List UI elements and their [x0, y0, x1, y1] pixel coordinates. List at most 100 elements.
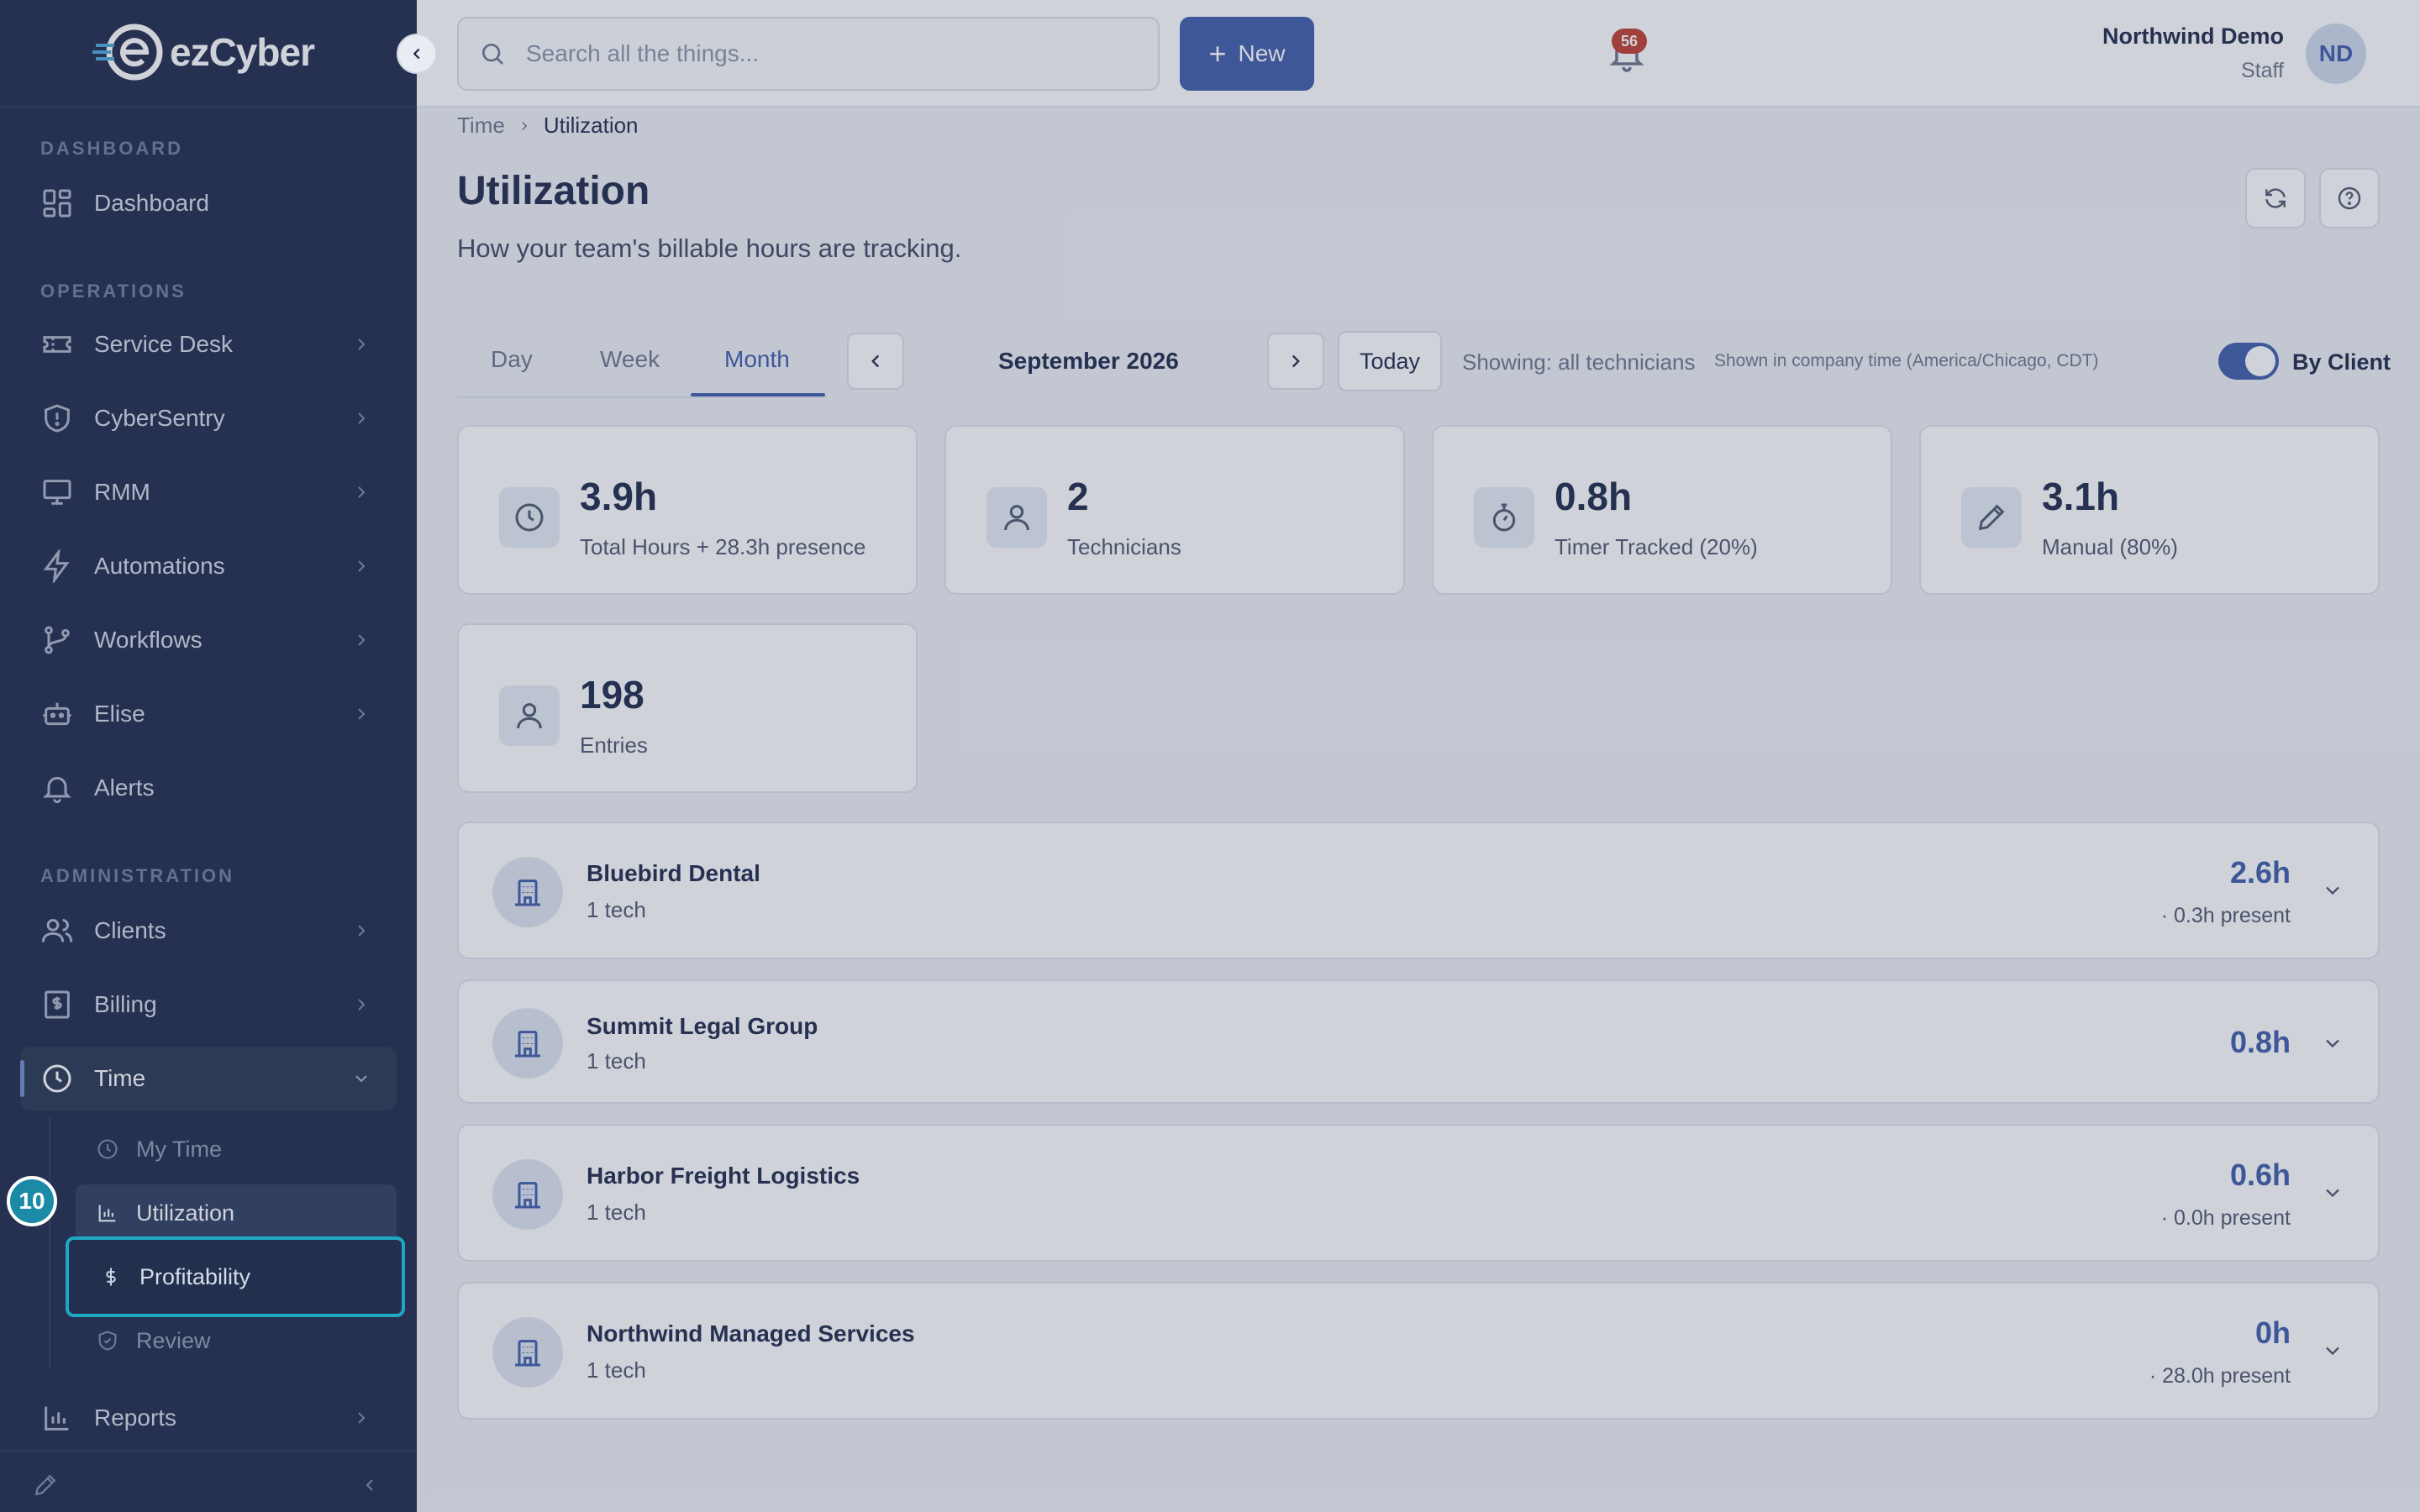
breadcrumb-time[interactable]: Time	[457, 113, 505, 139]
stat-value: 3.1h	[2042, 475, 2120, 518]
chevron-right-icon	[358, 999, 366, 1011]
plus-icon: +	[1208, 36, 1227, 71]
search-input[interactable]	[526, 40, 1114, 67]
client-row[interactable]: Bluebird Dental 1 tech 2.6h · 0.3h prese…	[457, 822, 2380, 959]
user-role: Staff	[2241, 59, 2284, 82]
sidebar-item-label: Alerts	[94, 774, 155, 801]
client-row[interactable]: Summit Legal Group 1 tech 0.8h	[457, 979, 2380, 1104]
sidebar-item-time[interactable]: Time	[20, 1047, 397, 1110]
client-hours: 2.6h	[2229, 855, 2291, 890]
sidebar-item-billing[interactable]: Billing	[20, 973, 397, 1037]
sidebar-item-label: Elise	[94, 701, 145, 727]
refresh-button[interactable]	[2245, 168, 2306, 228]
bar-chart-icon	[45, 1406, 69, 1431]
stat-card-manual: 3.1h Manual (80%)	[1919, 425, 2380, 595]
chevron-right-icon	[522, 121, 528, 130]
client-icon-wrap	[492, 857, 563, 927]
sidebar-collapse-button[interactable]	[397, 34, 437, 74]
tab-month[interactable]: Month	[724, 346, 790, 373]
client-name: Bluebird Dental	[587, 860, 760, 886]
breadcrumb-utilization: Utilization	[543, 113, 639, 138]
submenu-line	[49, 1117, 50, 1369]
section-label-operations: OPERATIONS	[40, 281, 187, 302]
sidebar-item-label: Service Desk	[94, 331, 233, 357]
chevron-down-icon[interactable]	[2321, 879, 2344, 902]
sidebar-item-automations[interactable]: Automations	[20, 534, 397, 598]
building-icon	[515, 879, 540, 906]
sidebar-item-label: Clients	[94, 917, 166, 943]
client-row[interactable]: Harbor Freight Logistics 1 tech 0.6h · 0…	[457, 1124, 2380, 1262]
new-button-label: New	[1238, 40, 1286, 66]
chevron-right-icon	[358, 560, 366, 572]
sidebar-item-elise[interactable]: Elise	[20, 682, 397, 746]
sidebar-subitem-profitability[interactable]: Profitability	[66, 1236, 405, 1317]
help-button[interactable]	[2319, 168, 2380, 228]
sidebar-item-label: Reports	[94, 1404, 177, 1431]
client-row[interactable]: Northwind Managed Services 1 tech 0h · 2…	[457, 1282, 2380, 1420]
user-icon	[517, 703, 542, 729]
help-icon	[2338, 186, 2361, 210]
pencil-icon[interactable]	[32, 1472, 59, 1499]
robot-icon	[43, 702, 71, 726]
sidebar-item-workflows[interactable]: Workflows	[20, 608, 397, 672]
sidebar-item-cybersentry[interactable]: CyberSentry	[20, 386, 397, 450]
stat-value: 3.9h	[580, 475, 658, 518]
sidebar-item-dashboard[interactable]: Dashboard	[20, 171, 397, 235]
client-tech-count: 1 tech	[587, 897, 646, 922]
logo-mark-icon	[92, 24, 163, 81]
clock-icon	[515, 503, 544, 532]
shield-icon	[45, 404, 70, 433]
chevron-right-icon	[358, 708, 366, 720]
sidebar-subitem-my-time[interactable]: My Time	[76, 1121, 397, 1178]
sidebar-item-service-desk[interactable]: Service Desk	[20, 312, 397, 376]
stat-value: 0.8h	[1555, 475, 1633, 518]
stat-value: 198	[580, 673, 644, 717]
chevron-right-icon	[358, 925, 366, 937]
stat-icon-wrap	[986, 487, 1047, 548]
chevron-down-icon[interactable]	[2321, 1181, 2344, 1205]
sidebar-subitem-label: My Time	[136, 1136, 223, 1162]
building-icon	[515, 1031, 540, 1058]
new-button[interactable]: + New	[1180, 17, 1314, 91]
sidebar-subitem-review[interactable]: Review	[76, 1312, 397, 1369]
chevron-left-icon	[413, 48, 420, 60]
search-box[interactable]	[457, 17, 1160, 91]
sidebar-item-clients[interactable]: Clients	[20, 899, 397, 963]
chevron-right-icon	[358, 412, 366, 424]
chevron-down-icon[interactable]	[2321, 1339, 2344, 1362]
client-name: Summit Legal Group	[587, 1013, 818, 1039]
stat-icon-wrap	[1961, 487, 2022, 548]
avatar[interactable]: ND	[2306, 24, 2366, 84]
client-hours: 0.8h	[2229, 1025, 2291, 1059]
stat-icon-wrap	[499, 487, 560, 548]
user-name[interactable]: Northwind Demo	[2102, 24, 2284, 50]
stat-value: 2	[1067, 475, 1089, 518]
tab-day[interactable]: Day	[491, 346, 533, 373]
stopwatch-icon	[1492, 503, 1516, 532]
sidebar-item-alerts[interactable]: Alerts	[20, 756, 397, 820]
by-client-toggle[interactable]	[2218, 343, 2279, 380]
chevron-down-icon[interactable]	[2321, 1032, 2344, 1055]
tab-week[interactable]: Week	[600, 346, 660, 373]
sidebar-subitem-utilization[interactable]: Utilization	[76, 1184, 397, 1242]
client-icon-wrap	[492, 1317, 563, 1388]
sidebar-item-rmm[interactable]: RMM	[20, 460, 397, 524]
building-icon	[515, 1182, 540, 1209]
client-tech-count: 1 tech	[587, 1200, 646, 1225]
technician-filter-text[interactable]: Showing: all technicians	[1462, 349, 1696, 375]
client-icon-wrap	[492, 1159, 563, 1230]
previous-period-button[interactable]	[847, 333, 904, 390]
sidebar-subitem-label: Utilization	[136, 1200, 235, 1226]
sidebar-item-label: Billing	[94, 991, 157, 1017]
page-subtitle: How your team's billable hours are track…	[457, 234, 962, 263]
sidebar-item-reports[interactable]: Reports	[20, 1386, 397, 1450]
client-name: Northwind Managed Services	[587, 1320, 915, 1347]
dollar-icon	[106, 1268, 116, 1286]
app-logo[interactable]: ezCyber	[92, 22, 315, 82]
today-button[interactable]: Today	[1338, 331, 1442, 391]
bolt-icon	[43, 549, 70, 583]
next-period-button[interactable]	[1267, 333, 1324, 390]
collapse-left-icon[interactable]	[360, 1475, 380, 1495]
period-tabs: Day Week Month	[457, 329, 827, 398]
bar-chart-icon	[98, 1205, 116, 1222]
